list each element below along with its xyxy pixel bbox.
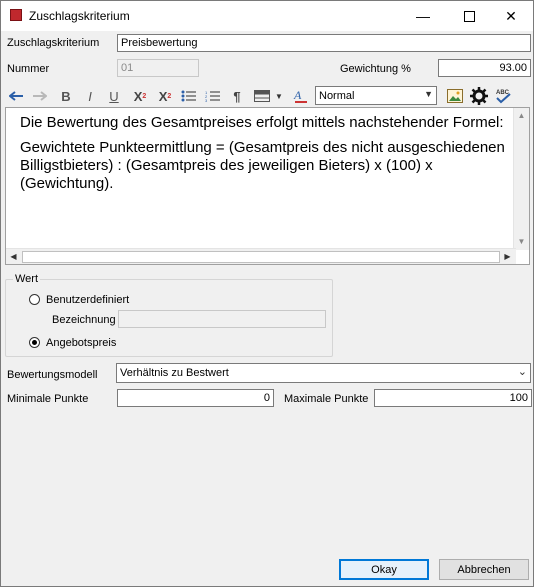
- bullet-list-icon[interactable]: [179, 86, 199, 106]
- dialog-window: Zuschlagskriterium — ✕ Zuschlagskriteriu…: [0, 0, 534, 587]
- redo-icon[interactable]: [29, 86, 49, 106]
- okay-button[interactable]: Okay: [339, 559, 429, 580]
- radio-angebotspreis[interactable]: [29, 337, 40, 348]
- minimize-button[interactable]: —: [401, 1, 445, 31]
- svg-text:A: A: [293, 88, 302, 102]
- maximize-icon: [463, 10, 475, 22]
- bewertungsmodell-value: Verhältnis zu Bestwert: [120, 367, 229, 379]
- minimale-punkte-label: Minimale Punkte: [7, 393, 89, 405]
- scroll-left-icon[interactable]: ◀: [7, 250, 20, 263]
- chevron-down-icon: ▼: [424, 89, 433, 99]
- italic-icon[interactable]: I: [80, 86, 100, 106]
- subscript-icon[interactable]: X2: [155, 86, 175, 106]
- underline-icon[interactable]: U: [104, 86, 124, 106]
- editor-paragraph-2: Gewichtete Punkteermittlung = (Gesamtpre…: [20, 139, 505, 192]
- nummer-input: 01: [117, 59, 199, 77]
- bold-icon[interactable]: B: [56, 86, 76, 106]
- style-select-value: Normal: [319, 90, 355, 102]
- scroll-right-icon[interactable]: ▶: [501, 250, 514, 263]
- radio-benutzerdefiniert[interactable]: [29, 294, 40, 305]
- bezeichnung-input: [118, 310, 326, 328]
- title-bar[interactable]: Zuschlagskriterium — ✕: [1, 1, 533, 31]
- table-icon[interactable]: [252, 86, 272, 106]
- maximale-punkte-input[interactable]: 100: [374, 389, 532, 407]
- gear-icon[interactable]: [469, 86, 489, 106]
- gewichtung-input[interactable]: 93.00: [438, 59, 531, 77]
- bewertungsmodell-label: Bewertungsmodell: [7, 369, 98, 381]
- gewichtung-label: Gewichtung %: [340, 63, 411, 75]
- scroll-down-icon[interactable]: ▼: [515, 235, 528, 248]
- radio-benutzerdefiniert-label[interactable]: Benutzerdefiniert: [46, 294, 129, 306]
- maximale-punkte-label: Maximale Punkte: [284, 393, 369, 405]
- superscript-icon[interactable]: X2: [130, 86, 150, 106]
- window-title: Zuschlagskriterium: [29, 9, 130, 23]
- horizontal-scroll-thumb[interactable]: [22, 251, 500, 263]
- rich-text-editor[interactable]: Die Bewertung des Gesamtpreises erfolgt …: [5, 107, 530, 265]
- image-icon[interactable]: [445, 86, 465, 106]
- vertical-scrollbar[interactable]: ▲ ▼: [513, 108, 529, 250]
- bezeichnung-label: Bezeichnung: [52, 314, 116, 326]
- maximize-button[interactable]: [447, 1, 491, 31]
- app-icon: [10, 9, 22, 21]
- editor-toolbar: B I U X2 X2 123 ¶ ▼ A Normal ▼ ABC: [5, 84, 531, 108]
- spellcheck-icon[interactable]: ABC: [493, 86, 513, 106]
- zuschlagskriterium-input[interactable]: Preisbewertung: [117, 34, 531, 52]
- paragraph-icon[interactable]: ¶: [227, 86, 247, 106]
- abbrechen-button[interactable]: Abbrechen: [439, 559, 529, 580]
- svg-text:3: 3: [205, 98, 208, 103]
- nummer-label: Nummer: [7, 63, 50, 75]
- close-button[interactable]: ✕: [489, 1, 533, 31]
- bewertungsmodell-select[interactable]: Verhältnis zu Bestwert ⌄: [116, 363, 531, 383]
- font-color-icon[interactable]: A: [291, 86, 311, 106]
- minimale-punkte-input[interactable]: 0: [117, 389, 274, 407]
- numbered-list-icon[interactable]: 123: [203, 86, 223, 106]
- zuschlagskriterium-label: Zuschlagskriterium: [7, 37, 100, 49]
- scroll-up-icon[interactable]: ▲: [515, 109, 528, 122]
- editor-paragraph-1: Die Bewertung des Gesamtpreises erfolgt …: [20, 114, 504, 131]
- dropdown-arrow-icon[interactable]: ▼: [273, 86, 285, 106]
- horizontal-scrollbar[interactable]: ◀ ▶: [6, 248, 516, 264]
- radio-angebotspreis-label[interactable]: Angebotspreis: [46, 337, 116, 349]
- undo-icon[interactable]: [7, 86, 27, 106]
- wert-group-label: Wert: [13, 273, 41, 285]
- chevron-down-icon: ⌄: [517, 366, 527, 378]
- editor-content[interactable]: Die Bewertung des Gesamtpreises erfolgt …: [20, 112, 516, 193]
- style-select[interactable]: Normal ▼: [315, 86, 437, 105]
